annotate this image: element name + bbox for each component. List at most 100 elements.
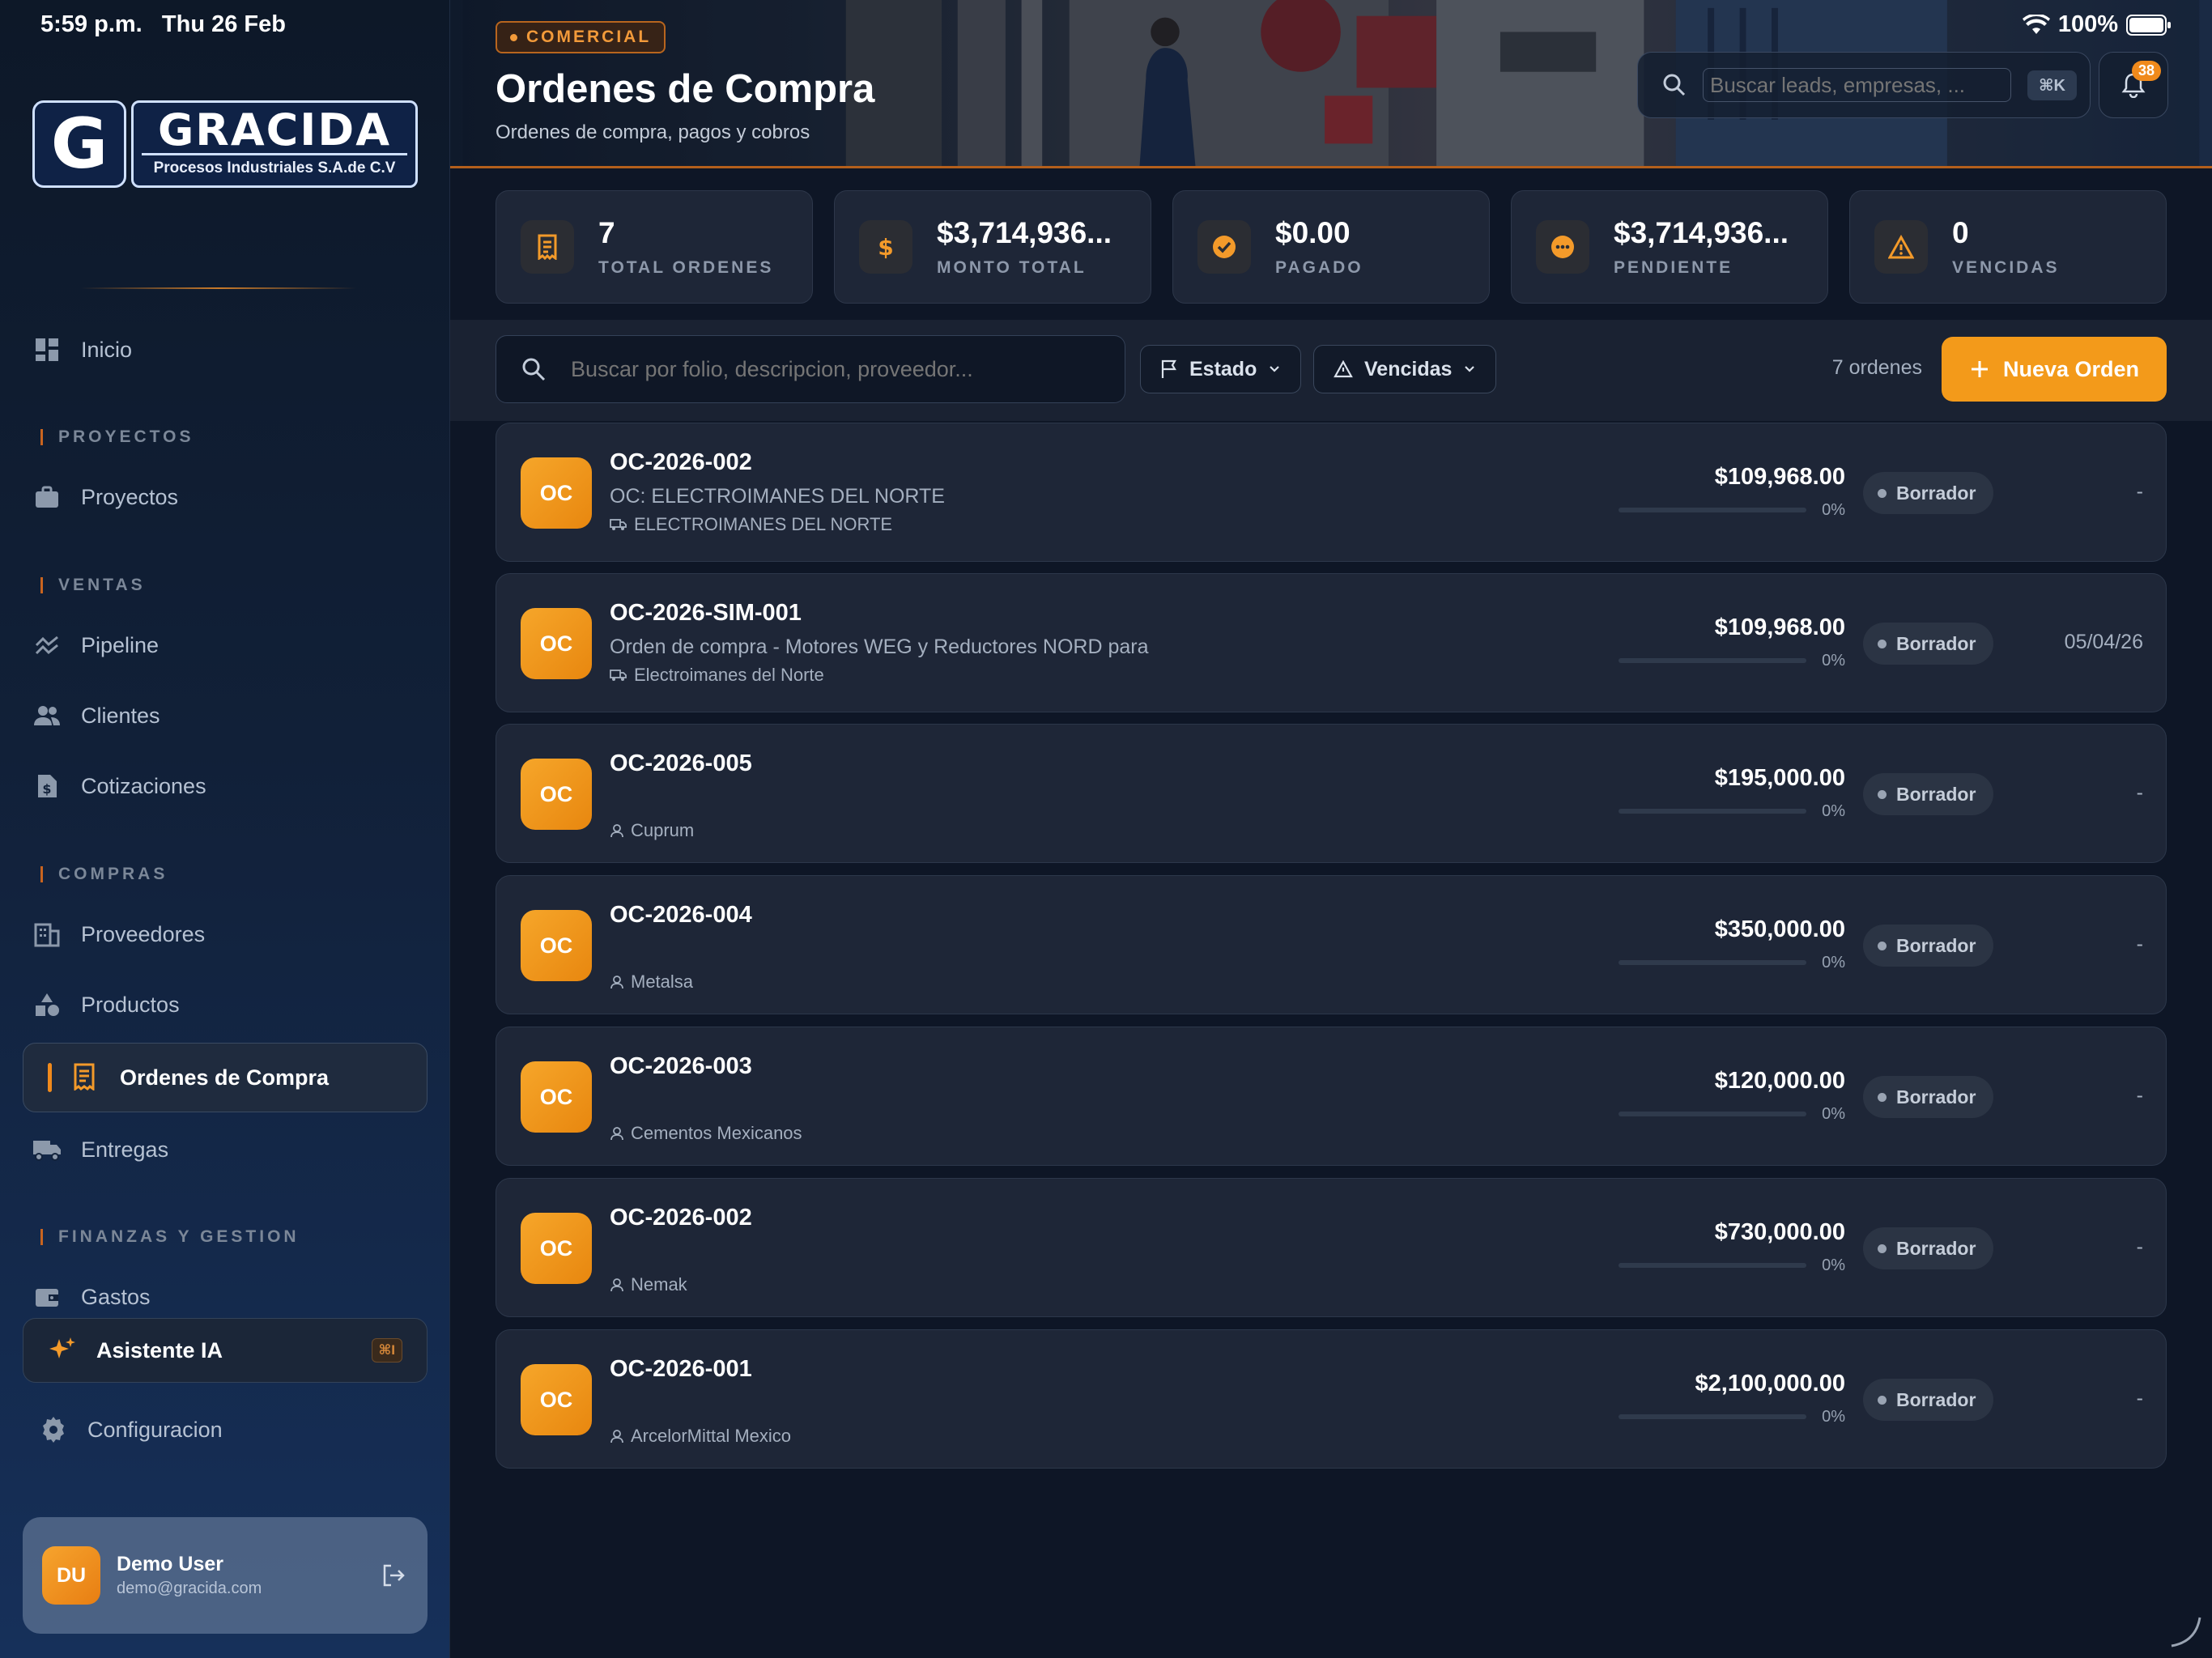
payment-progress-label: 0% xyxy=(1822,954,1845,971)
ai-assistant-label: Asistente IA xyxy=(96,1337,223,1363)
global-search-input[interactable] xyxy=(1703,68,2011,102)
stat-label: TOTAL ORDENES xyxy=(598,258,774,277)
check-circle-icon xyxy=(1197,220,1251,274)
order-badge: OC xyxy=(521,457,592,529)
chevron-down-icon xyxy=(1463,364,1476,374)
sidebar-item-clientes[interactable]: Clientes xyxy=(32,690,421,742)
estado-label: Estado xyxy=(1189,357,1257,380)
sidebar-item-proyectos[interactable]: Proyectos xyxy=(32,471,421,523)
status-time: 5:59 p.m. Thu 26 Feb xyxy=(40,11,286,37)
order-badge: OC xyxy=(521,608,592,679)
order-row[interactable]: OC OC-2026-003 Cementos Mexicanos $120,000.… xyxy=(496,1027,2167,1166)
order-row[interactable]: OC OC-2026-005 Cuprum $195,000.00 0% Borrador… xyxy=(496,724,2167,863)
order-provider: ArcelorMittal Mexico xyxy=(610,1426,791,1447)
order-amount: $120,000.00 xyxy=(1714,1068,1845,1094)
order-folio: OC-2026-003 xyxy=(610,1053,752,1079)
order-badge: OC xyxy=(521,1364,592,1435)
order-provider-name: Nemak xyxy=(631,1274,687,1295)
receipt-icon xyxy=(71,1063,100,1092)
order-due-date: - xyxy=(2136,480,2143,503)
stat-value: $3,714,936... xyxy=(937,216,1112,249)
order-amount: $350,000.00 xyxy=(1714,916,1845,942)
sidebar-item-gastos[interactable]: Gastos xyxy=(32,1271,421,1323)
logo-letter: G xyxy=(32,100,126,188)
order-amount: $195,000.00 xyxy=(1714,765,1845,791)
ai-assistant-button[interactable]: Asistente IA ⌘I xyxy=(23,1318,428,1383)
status-badge: Borrador xyxy=(1863,1379,1994,1421)
chevron-down-icon xyxy=(1268,364,1281,374)
page-subtitle: Ordenes de compra, pagos y cobros xyxy=(496,121,810,143)
user-email: demo@gracida.com xyxy=(117,1579,262,1597)
invoice-icon: $ xyxy=(32,772,62,801)
order-badge: OC xyxy=(521,1213,592,1284)
sidebar-item-productos[interactable]: Productos xyxy=(32,979,421,1031)
status-label: Borrador xyxy=(1896,632,1976,654)
order-provider: Cuprum xyxy=(610,820,694,841)
truck-icon xyxy=(32,1135,62,1164)
order-folio: OC-2026-001 xyxy=(610,1356,752,1382)
sidebar-item-inicio[interactable]: Inicio xyxy=(32,324,421,376)
avatar: DU xyxy=(42,1546,100,1605)
order-due-date: - xyxy=(2136,1084,2143,1107)
warning-icon xyxy=(1334,360,1353,378)
section-badge: COMERCIAL xyxy=(496,21,666,53)
sidebar-item-cotizaciones[interactable]: $ Cotizaciones xyxy=(32,760,421,812)
notifications-button[interactable]: 38 xyxy=(2099,52,2168,118)
sidebar-item-entregas[interactable]: Entregas xyxy=(32,1124,421,1175)
resize-handle-icon xyxy=(2171,1617,2201,1647)
order-row[interactable]: OC OC-2026-002 OC: ELECTROIMANES DEL NORTE… xyxy=(496,423,2167,562)
order-description: Orden de compra - Motores WEG y Reductor… xyxy=(610,636,1149,658)
order-row[interactable]: OC OC-2026-SIM-001 Orden de compra - Motor… xyxy=(496,573,2167,712)
user-name: Demo User xyxy=(117,1553,223,1575)
sidebar-item-pipeline[interactable]: Pipeline xyxy=(32,619,421,671)
stat-card-total: 7 TOTAL ORDENES xyxy=(496,190,813,304)
sidebar-item-ordenes-de-compra[interactable]: Ordenes de Compra xyxy=(23,1043,428,1112)
sidebar-item-label: Gastos xyxy=(81,1284,151,1309)
status-label: Borrador xyxy=(1896,1388,1976,1410)
wallet-icon xyxy=(32,1282,62,1312)
stat-label: VENCIDAS xyxy=(1952,258,2060,277)
global-search[interactable]: ⌘K xyxy=(1637,52,2091,118)
order-row[interactable]: OC OC-2026-004 Metalsa $350,000.00 0% Borrado… xyxy=(496,875,2167,1014)
order-provider-name: ArcelorMittal Mexico xyxy=(631,1426,792,1446)
order-badge: OC xyxy=(521,1061,592,1133)
sidebar-item-configuracion[interactable]: Configuracion xyxy=(39,1415,223,1444)
status-badge: Borrador xyxy=(1863,1076,1994,1118)
estado-filter-dropdown[interactable]: Estado xyxy=(1140,345,1302,393)
order-provider: Cementos Mexicanos xyxy=(610,1123,802,1144)
status-badge: Borrador xyxy=(1863,773,1994,815)
order-due-date: - xyxy=(2136,781,2143,804)
order-amount: $109,968.00 xyxy=(1714,464,1845,490)
sidebar-item-label: Entregas xyxy=(81,1137,169,1162)
sidebar-item-label: Pipeline xyxy=(81,632,160,657)
order-row[interactable]: OC OC-2026-002 Nemak $730,000.00 0% Borrador - xyxy=(496,1178,2167,1317)
search-shortcut: ⌘K xyxy=(2027,70,2077,100)
logout-icon[interactable] xyxy=(379,1561,408,1590)
order-row[interactable]: OC OC-2026-001 ArcelorMittal Mexico $2,100,… xyxy=(496,1329,2167,1469)
user-card[interactable]: DU Demo User demo@gracida.com xyxy=(23,1517,428,1634)
status-badge: Borrador xyxy=(1863,623,1994,665)
vencidas-filter-dropdown[interactable]: Vencidas xyxy=(1313,345,1497,393)
company-logo[interactable]: G GRACIDA Procesos Industriales S.A.de C… xyxy=(32,100,418,188)
status-label: Borrador xyxy=(1896,783,1976,805)
order-provider: Electroimanes del Norte xyxy=(610,665,824,686)
status-label: Borrador xyxy=(1896,1086,1976,1107)
stat-value: 7 xyxy=(598,216,615,249)
search-icon xyxy=(1662,73,1687,97)
search-icon xyxy=(521,356,547,382)
orders-search[interactable] xyxy=(496,335,1125,403)
person-icon xyxy=(610,823,624,838)
payment-progress-bar xyxy=(1619,658,1806,663)
sidebar-item-label: Proveedores xyxy=(81,921,206,946)
person-icon xyxy=(610,1126,624,1141)
sidebar-item-proveedores[interactable]: Proveedores xyxy=(32,908,421,960)
gear-icon xyxy=(39,1415,68,1444)
orders-search-input[interactable] xyxy=(571,356,1125,382)
order-amount: $730,000.00 xyxy=(1714,1219,1845,1245)
order-due-date: - xyxy=(2136,1387,2143,1409)
new-order-button[interactable]: Nueva Orden xyxy=(1942,337,2167,402)
svg-text:$: $ xyxy=(878,234,893,260)
sidebar-item-label: Inicio xyxy=(81,337,133,362)
stat-card-pagado: $0.00 PAGADO xyxy=(1172,190,1490,304)
sidebar: G GRACIDA Procesos Industriales S.A.de C… xyxy=(0,0,450,1658)
